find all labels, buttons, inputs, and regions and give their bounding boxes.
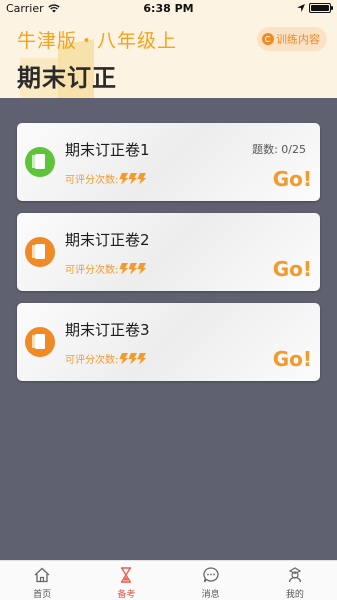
- evaluation-bolts: [119, 172, 147, 185]
- exam-card-1[interactable]: 期末订正卷1 题数: 0/25 可评分次数: Go!: [17, 123, 320, 201]
- message-icon: [202, 567, 219, 583]
- bolt-icon: [119, 172, 129, 185]
- tab-label: 我的: [285, 590, 304, 600]
- profile-icon: [288, 567, 302, 583]
- tab-home[interactable]: 首页: [0, 561, 84, 600]
- evaluation-count: 可评分次数:: [65, 261, 147, 276]
- evaluation-label: 可评分次数:: [65, 355, 119, 366]
- tab-prepare[interactable]: 备考: [84, 561, 168, 600]
- go-button[interactable]: Go!: [273, 257, 312, 281]
- bolt-icon: [119, 352, 129, 365]
- tab-bar: 首页 备考 消息 我的: [0, 560, 337, 600]
- card-title: 期末订正卷3: [65, 321, 150, 339]
- book-icon: [25, 327, 55, 357]
- bolt-icon: [137, 262, 147, 275]
- battery-icon: [309, 3, 333, 13]
- hourglass-icon: [121, 567, 132, 583]
- page-title: 期末订正: [17, 64, 117, 92]
- evaluation-count: 可评分次数:: [65, 171, 147, 186]
- exam-card-2[interactable]: 期末订正卷2 可评分次数: Go!: [17, 213, 320, 291]
- page-header: 牛津版・八年级上 期末订正 训练内容: [0, 18, 337, 98]
- location-icon: [297, 4, 305, 12]
- bolt-icon: [137, 352, 147, 365]
- go-button[interactable]: Go!: [273, 347, 312, 371]
- bolt-icon: [128, 262, 138, 275]
- card-title: 期末订正卷1: [65, 141, 150, 159]
- tab-messages[interactable]: 消息: [169, 561, 253, 600]
- book-icon: [25, 147, 55, 177]
- evaluation-count: 可评分次数:: [65, 351, 147, 366]
- training-content-button[interactable]: 训练内容: [257, 27, 327, 51]
- bolt-icon: [119, 262, 129, 275]
- card-title: 期末订正卷2: [65, 231, 150, 249]
- home-icon: [34, 567, 50, 583]
- tab-label: 备考: [117, 590, 136, 600]
- question-count: 题数: 0/25: [252, 143, 306, 156]
- evaluation-label: 可评分次数:: [65, 265, 119, 276]
- go-button[interactable]: Go!: [273, 167, 312, 191]
- book-title: 牛津版・八年级上: [17, 30, 178, 52]
- tab-profile[interactable]: 我的: [253, 561, 337, 600]
- exam-card-3[interactable]: 期末订正卷3 可评分次数: Go!: [17, 303, 320, 381]
- status-time: 6:38 PM: [143, 2, 194, 15]
- book-icon: [25, 237, 55, 267]
- evaluation-bolts: [119, 262, 147, 275]
- bolt-icon: [128, 352, 138, 365]
- status-bar: Carrier 6:38 PM: [0, 0, 337, 18]
- evaluation-bolts: [119, 352, 147, 365]
- bolt-icon: [137, 172, 147, 185]
- tab-label: 消息: [201, 590, 220, 600]
- bolt-icon: [128, 172, 138, 185]
- tab-label: 首页: [33, 590, 52, 600]
- refresh-icon: [262, 33, 274, 45]
- training-content-label: 训练内容: [276, 33, 320, 46]
- evaluation-label: 可评分次数:: [65, 175, 119, 186]
